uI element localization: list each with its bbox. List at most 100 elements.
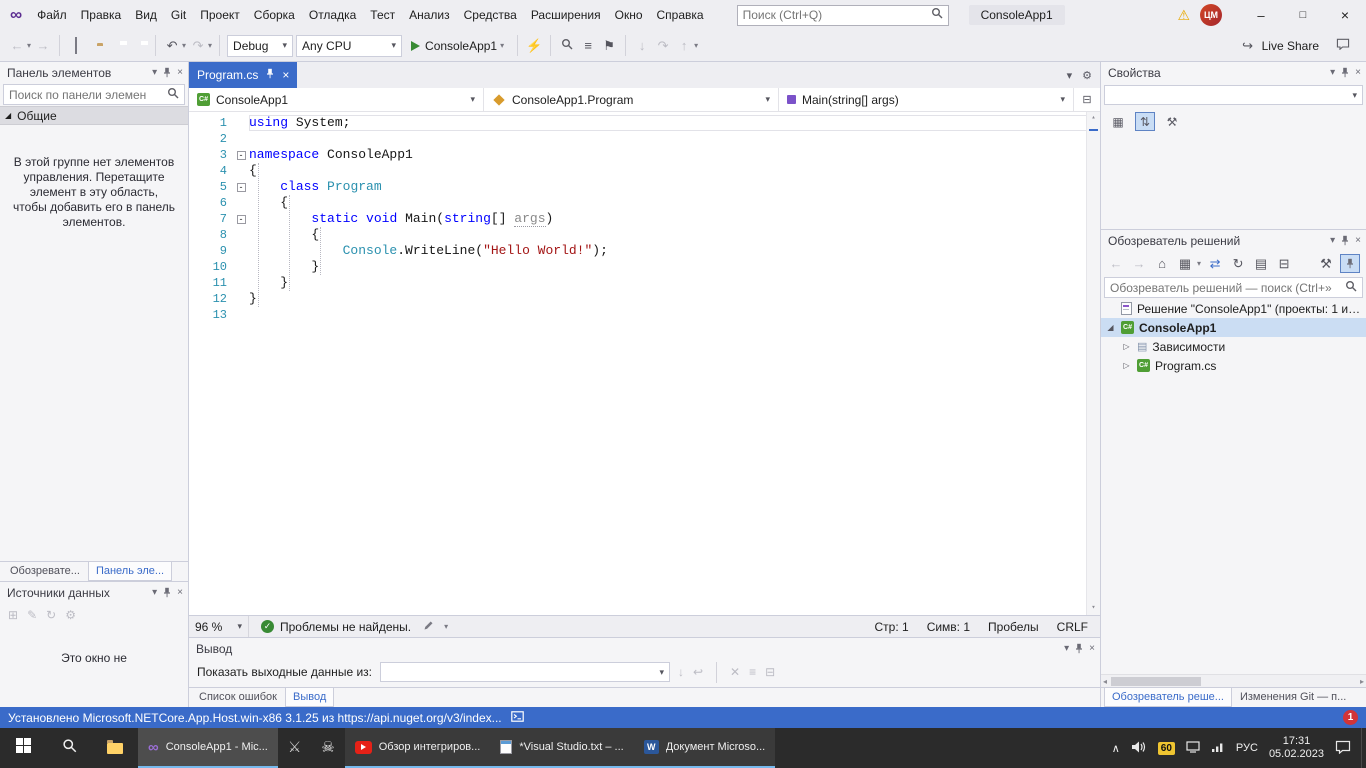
menu-item-analyze[interactable]: Анализ xyxy=(402,0,457,30)
show-desktop-button[interactable] xyxy=(1361,728,1366,768)
forward-icon[interactable]: → xyxy=(1130,256,1148,271)
chevron-down-icon[interactable]: ▾ xyxy=(1064,643,1069,654)
new-file-icon[interactable] xyxy=(67,38,85,53)
fold-collapse-icon[interactable]: - xyxy=(233,179,249,195)
undo-dropdown-icon[interactable]: ▾ xyxy=(182,41,186,50)
taskbar-app-video[interactable]: Обзор интегриров... xyxy=(345,728,491,768)
volume-icon[interactable] xyxy=(1131,740,1147,757)
tree-item-2[interactable]: ▷▤Зависимости xyxy=(1101,337,1366,356)
tree-item-0[interactable]: Решение "ConsoleApp1" (проекты: 1 из 1) xyxy=(1101,299,1366,318)
tray-display-icon[interactable] xyxy=(1186,741,1200,756)
step-over-icon[interactable]: ↷ xyxy=(654,38,672,54)
toolbar-options-icon[interactable]: ▾ xyxy=(694,41,698,50)
menu-item-help[interactable]: Справка xyxy=(650,0,711,30)
edit-pencil-icon[interactable] xyxy=(423,620,434,634)
taskbar-app-skull[interactable]: ☠ xyxy=(311,728,344,768)
line-number[interactable]: 1 xyxy=(189,115,233,131)
tree-arrow-collapsed-icon[interactable]: ▷ xyxy=(1121,361,1132,370)
taskbar-app-vs[interactable]: ∞ConsoleApp1 - Mic... xyxy=(138,728,278,768)
navigate-back-dropdown-icon[interactable]: ▾ xyxy=(27,41,31,50)
collapse-icon[interactable]: ⊟ xyxy=(765,665,775,679)
close-icon[interactable]: × xyxy=(177,67,183,78)
chevron-down-icon[interactable]: ▾ xyxy=(470,94,475,105)
quick-search-input[interactable] xyxy=(743,8,931,22)
add-data-source-icon[interactable]: ⊞ xyxy=(8,608,18,622)
minimize-button[interactable]: – xyxy=(1240,0,1282,30)
attach-process-icon[interactable]: ⚡ xyxy=(525,38,543,54)
tab-program-cs[interactable]: Program.cs × xyxy=(189,62,297,88)
code-line-6[interactable]: 6 { xyxy=(189,195,1100,211)
pin-icon[interactable] xyxy=(265,68,275,82)
toggle-list-icon[interactable]: ≡ xyxy=(749,665,756,679)
notification-warning-icon[interactable]: ⚠ xyxy=(1177,7,1190,24)
document-list-icon[interactable]: ▾ xyxy=(1067,69,1073,82)
configuration-dropdown[interactable]: Debug▾ xyxy=(227,35,293,57)
toolbox-category-general[interactable]: ◢ Общие xyxy=(0,106,188,125)
menu-item-test[interactable]: Тест xyxy=(363,0,402,30)
scroll-down-icon[interactable]: ▾ xyxy=(1087,602,1100,615)
step-out-icon[interactable]: ↑ xyxy=(675,38,693,53)
line-number[interactable]: 12 xyxy=(189,291,233,307)
toolbox-search-box[interactable] xyxy=(3,84,185,105)
navigate-forward-icon[interactable]: → xyxy=(34,38,52,53)
dock-tab-0[interactable]: Обозревате... xyxy=(3,562,87,581)
live-share-button[interactable]: ↪ Live Share xyxy=(1239,38,1319,54)
menu-item-extensions[interactable]: Расширения xyxy=(524,0,608,30)
tree-arrow-expanded-icon[interactable]: ◢ xyxy=(1105,323,1116,332)
toolbox-search-input[interactable] xyxy=(9,88,167,102)
notification-badge[interactable]: 1 xyxy=(1343,710,1358,725)
collapse-all-icon[interactable]: ⊟ xyxy=(1275,256,1293,272)
fold-box[interactable]: - xyxy=(237,183,246,192)
scrollbar-thumb[interactable] xyxy=(1111,677,1201,686)
code-line-3[interactable]: 3-namespace ConsoleApp1 xyxy=(189,147,1100,163)
properties-header[interactable]: Свойства ▾ × xyxy=(1101,62,1366,83)
find-in-files-icon[interactable] xyxy=(558,38,576,53)
breadcrumb-2[interactable]: Main(string[] args)▾ xyxy=(779,88,1074,111)
line-indicator[interactable]: Стр: 1 xyxy=(875,620,909,634)
sync-with-active-document-icon[interactable]: ⇄ xyxy=(1206,256,1224,272)
code-line-10[interactable]: 10 } xyxy=(189,259,1100,275)
line-number[interactable]: 7 xyxy=(189,211,233,227)
categorized-icon[interactable]: ▦ xyxy=(1108,112,1128,131)
code-line-1[interactable]: 1using System; xyxy=(189,115,1100,131)
refresh-icon[interactable]: ↻ xyxy=(46,608,56,622)
tree-item-3[interactable]: ▷C#Program.cs xyxy=(1101,356,1366,375)
switch-views-icon[interactable]: ▦ xyxy=(1176,256,1194,272)
search-icon[interactable] xyxy=(931,6,943,24)
code-line-2[interactable]: 2 xyxy=(189,131,1100,147)
menu-item-build[interactable]: Сборка xyxy=(247,0,302,30)
dock-tab-0[interactable]: Обозреватель реше... xyxy=(1104,688,1232,707)
chevron-down-icon[interactable]: ▾ xyxy=(1330,235,1335,246)
close-button[interactable]: × xyxy=(1324,0,1366,30)
scroll-up-icon[interactable]: ▴ xyxy=(1087,112,1100,125)
menu-item-tools[interactable]: Средства xyxy=(457,0,524,30)
menu-item-file[interactable]: Файл xyxy=(30,0,74,30)
taskbar-app-swords[interactable]: ⚔ xyxy=(278,728,311,768)
start-button[interactable] xyxy=(0,728,46,768)
menu-item-view[interactable]: Вид xyxy=(128,0,164,30)
switch-views-dropdown-icon[interactable]: ▾ xyxy=(1197,259,1201,268)
menu-item-edit[interactable]: Правка xyxy=(74,0,129,30)
file-explorer-button[interactable] xyxy=(92,728,138,768)
chevron-down-icon[interactable]: ▾ xyxy=(152,587,157,598)
pin-icon[interactable] xyxy=(162,587,172,598)
show-all-files-icon[interactable]: ▤ xyxy=(1252,256,1270,272)
property-pages-wrench-icon[interactable]: ⚒ xyxy=(1162,112,1182,131)
start-debugging-button[interactable]: ConsoleApp1 ▾ xyxy=(405,34,510,58)
feedback-icon[interactable] xyxy=(1334,38,1352,53)
console-icon[interactable] xyxy=(511,711,524,725)
fold-box[interactable]: - xyxy=(237,151,246,160)
line-number[interactable]: 4 xyxy=(189,163,233,179)
tray-network-icon[interactable] xyxy=(1211,741,1225,756)
scroll-right-icon[interactable]: ▸ xyxy=(1358,677,1366,686)
tray-percent-badge[interactable]: 60 xyxy=(1158,742,1175,755)
close-icon[interactable]: × xyxy=(177,587,183,598)
line-number[interactable]: 9 xyxy=(189,243,233,259)
tray-expand-icon[interactable]: ∧ xyxy=(1112,742,1120,755)
line-number[interactable]: 6 xyxy=(189,195,233,211)
dock-tab-0[interactable]: Список ошибок xyxy=(192,688,284,707)
search-icon[interactable] xyxy=(1345,279,1357,297)
solution-horizontal-scrollbar[interactable]: ◂ ▸ xyxy=(1101,674,1366,687)
account-avatar[interactable]: ЦМ xyxy=(1200,4,1222,26)
find-message-icon[interactable]: ↓ xyxy=(678,665,684,679)
